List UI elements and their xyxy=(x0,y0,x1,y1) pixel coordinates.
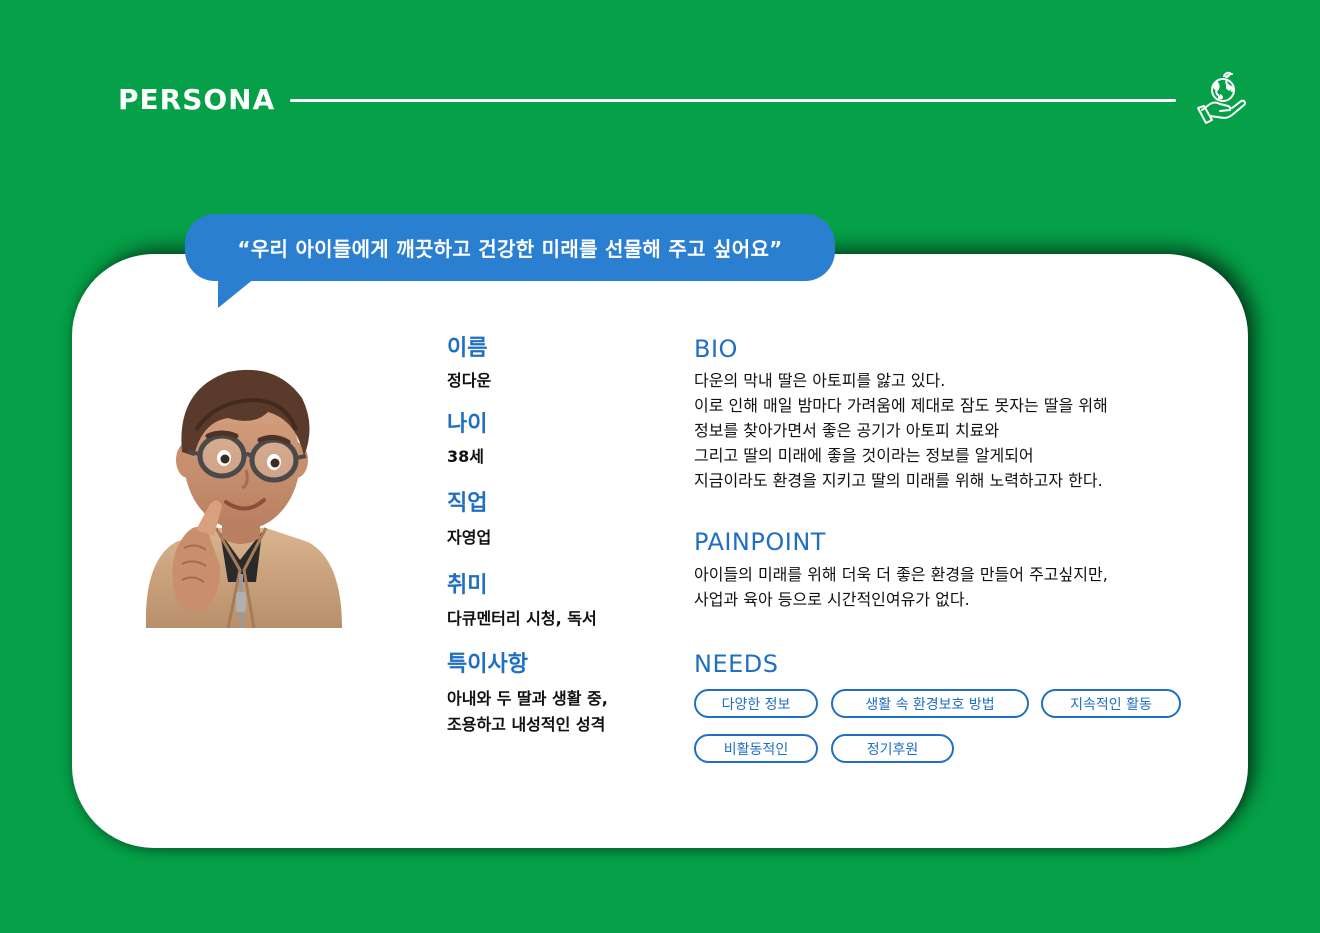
name-value: 정다운 xyxy=(447,371,492,390)
needs-chip: 비활동적인 xyxy=(694,734,818,763)
painpoint-text: 아이들의 미래를 위해 더욱 더 좋은 환경을 만들어 주고싶지만, 사업과 육… xyxy=(694,562,1108,612)
quote-text: “우리 아이들에게 깨끗하고 건강한 미래를 선물해 주고 싶어요” xyxy=(237,237,783,261)
bio-line: 지금이라도 환경을 지키고 딸의 미래를 위해 노력하고자 한다. xyxy=(694,471,1103,490)
needs-chip: 생활 속 환경보호 방법 xyxy=(831,689,1029,718)
painpoint-line: 아이들의 미래를 위해 더욱 더 좋은 환경을 만들어 주고싶지만, xyxy=(694,565,1108,584)
bio-line: 그리고 딸의 미래에 좋을 것이라는 정보를 알게되어 xyxy=(694,446,1034,465)
header-divider xyxy=(290,99,1176,102)
needs-chip: 지속적인 활동 xyxy=(1041,689,1181,718)
painpoint-title: PAINPOINT xyxy=(694,528,826,556)
memoji-avatar xyxy=(145,369,342,628)
hobby-value: 다큐멘터리 시청, 독서 xyxy=(447,609,597,628)
hobby-label: 취미 xyxy=(447,573,488,598)
notes-line: 조용하고 내성적인 성격 xyxy=(447,715,606,734)
quote-bubble: “우리 아이들에게 깨끗하고 건강한 미래를 선물해 주고 싶어요” xyxy=(185,214,835,281)
age-value: 38세 xyxy=(447,447,484,466)
globe-in-hand-icon xyxy=(1197,71,1246,124)
job-value: 자영업 xyxy=(447,528,492,547)
bio-line: 이로 인해 매일 밤마다 가려움에 제대로 잠도 못자는 딸을 위해 xyxy=(694,396,1108,415)
bio-line: 정보를 찾아가면서 좋은 공기가 아토피 치료와 xyxy=(694,421,1000,440)
name-label: 이름 xyxy=(447,336,488,361)
needs-chip: 다양한 정보 xyxy=(694,689,818,718)
bio-line: 다운의 막내 딸은 아토피를 앓고 있다. xyxy=(694,371,946,390)
notes-label: 특이사항 xyxy=(447,652,528,677)
bio-text: 다운의 막내 딸은 아토피를 앓고 있다. 이로 인해 매일 밤마다 가려움에 … xyxy=(694,368,1108,493)
needs-title: NEEDS xyxy=(694,650,779,678)
notes-line: 아내와 두 딸과 생활 중, xyxy=(447,689,608,708)
painpoint-line: 사업과 육아 등으로 시간적인여유가 없다. xyxy=(694,590,970,609)
needs-chip: 정기후원 xyxy=(831,734,954,763)
page-title: PERSONA xyxy=(118,83,276,116)
bio-title: BIO xyxy=(694,335,738,363)
age-label: 나이 xyxy=(447,412,488,437)
job-label: 직업 xyxy=(447,491,488,516)
